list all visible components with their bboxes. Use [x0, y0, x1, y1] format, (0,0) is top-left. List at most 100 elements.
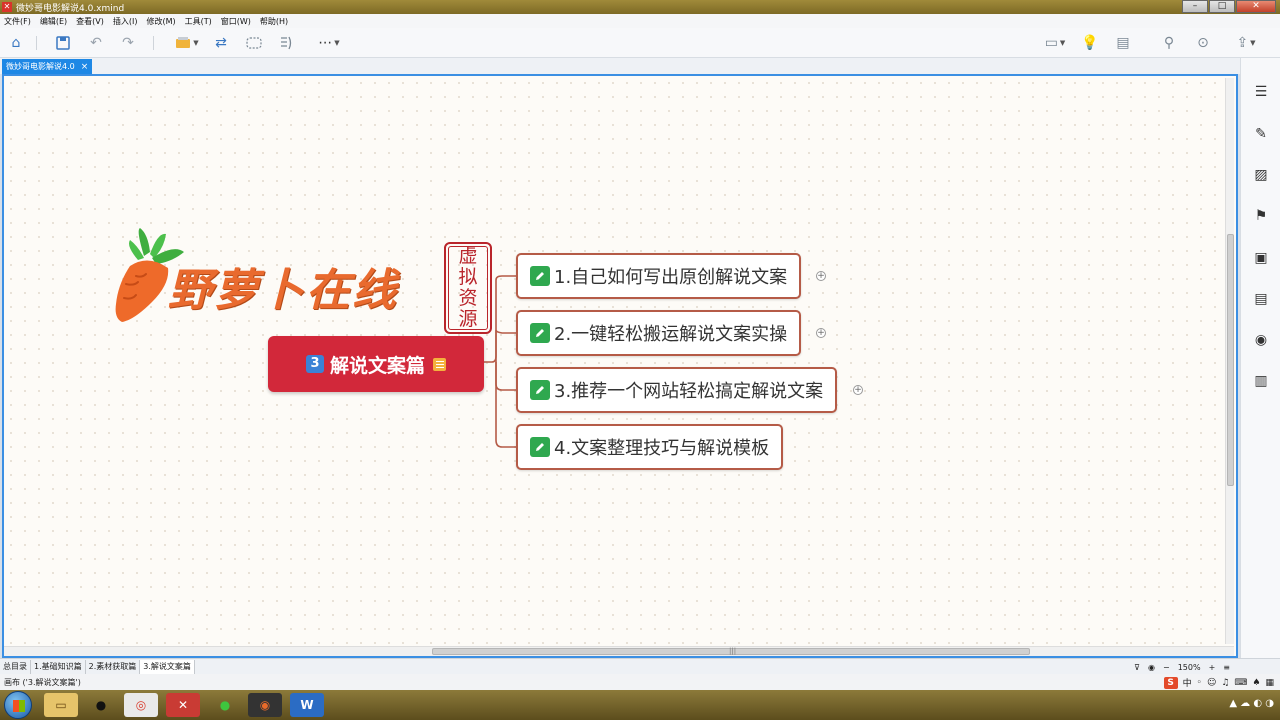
sogou-ime-icon[interactable]: S — [1163, 676, 1178, 689]
sheet-tab[interactable]: 总目录 — [0, 659, 31, 674]
pencil-icon — [530, 323, 550, 343]
mindmap-canvas[interactable]: 野萝卜在线 虚 拟 资 源 3 解说文案篇 1.自己如何写出原创解说文案 + 2… — [2, 74, 1238, 658]
menu-edit[interactable]: 编辑(E) — [40, 16, 67, 27]
presentation-icon[interactable]: ▭ ▼ — [1037, 34, 1073, 52]
boundary-icon[interactable] — [245, 34, 263, 52]
title-bar: ✕ 微妙哥电影解说4.0.xmind – □ ✕ — [0, 0, 1280, 14]
file-explorer-icon[interactable]: ▭ — [44, 693, 78, 717]
image-icon[interactable]: ▨ — [1253, 167, 1269, 183]
toolbar: ⌂ ↶ ↷ ▼ ⇄ ⋯ ▼ ▭ ▼ 💡 ▤ ⚲ ⊙ ⇪ ▼ — [0, 28, 1280, 58]
save-icon[interactable] — [54, 34, 72, 52]
zoom-out-button[interactable]: − — [1163, 663, 1170, 672]
zoom-controls: ⊽ ◉ − 150% + ≡ — [1134, 659, 1230, 675]
share-icon[interactable]: ⇪ ▼ — [1228, 34, 1264, 52]
subtopic-label: 3.推荐一个网站轻松搞定解说文案 — [554, 381, 824, 402]
summary-icon[interactable] — [277, 34, 295, 52]
ime-emoji-icon[interactable]: ☺ — [1207, 678, 1216, 688]
subtopic-4[interactable]: 4.文案整理技巧与解说模板 — [516, 424, 784, 470]
ime-mic-icon[interactable]: ♫ — [1221, 678, 1229, 688]
vertical-scroll-thumb[interactable] — [1227, 234, 1234, 486]
notes-icon[interactable]: ▤ — [1253, 291, 1269, 307]
undo-icon[interactable]: ↶ — [87, 34, 105, 52]
ime-keyboard-icon[interactable]: ⌨ — [1234, 678, 1247, 688]
format-brush-icon[interactable]: ✎ — [1253, 126, 1269, 142]
ime-tools-icon[interactable]: ▦ — [1265, 678, 1274, 688]
search-icon[interactable]: ⚲ — [1160, 34, 1178, 52]
more-icon[interactable]: ⋯ ▼ — [311, 34, 347, 52]
vertical-scrollbar[interactable] — [1225, 78, 1234, 644]
start-button[interactable] — [4, 691, 32, 719]
sheet-tab-active[interactable]: 3.解说文案篇 — [140, 659, 195, 674]
window-title: 微妙哥电影解说4.0.xmind — [16, 3, 125, 14]
ime-toolbar: S 中 ◦ ☺ ♫ ⌨ ♠ ▦ — [1163, 676, 1274, 689]
menu-insert[interactable]: 插入(I) — [113, 16, 138, 27]
menu-modify[interactable]: 修改(M) — [146, 16, 175, 27]
pencil-icon — [530, 437, 550, 457]
filter-icon[interactable]: ⊽ — [1134, 663, 1140, 672]
icon-library-icon[interactable]: ▣ — [1253, 250, 1269, 266]
document-tab-label: 微妙哥电影解说4.0 — [6, 62, 75, 71]
menu-window[interactable]: 窗口(W) — [221, 16, 251, 27]
ime-language[interactable]: 中 — [1183, 676, 1192, 689]
subtopic-label: 2.一键轻松搬运解说文案实操 — [554, 324, 788, 345]
fit-map-icon[interactable]: ≡ — [1223, 663, 1230, 672]
wechat-icon[interactable]: ● — [208, 693, 242, 717]
topic-connectors — [482, 275, 516, 448]
windows-logo-icon — [13, 700, 25, 712]
task-clipboard-icon[interactable]: ▥ — [1253, 373, 1269, 389]
menu-tools[interactable]: 工具(T) — [185, 16, 212, 27]
home-icon[interactable]: ⌂ — [7, 34, 25, 52]
system-tray[interactable]: ▲ ☁ ◐ ◑ — [1229, 698, 1274, 709]
menu-view[interactable]: 查看(V) — [76, 16, 104, 27]
comment-icon[interactable]: ◉ — [1253, 332, 1269, 348]
subtopic-3[interactable]: 3.推荐一个网站轻松搞定解说文案 — [516, 367, 838, 413]
subtopic-2[interactable]: 2.一键轻松搬运解说文案实操 — [516, 310, 802, 356]
marker-flag-icon[interactable]: ⚑ — [1253, 208, 1269, 224]
note-icon[interactable] — [433, 357, 446, 371]
central-topic-label: 解说文案篇 — [329, 354, 425, 377]
document-tab[interactable]: 微妙哥电影解说4.0 × — [2, 59, 93, 74]
xmind-taskbar-icon[interactable]: ✕ — [166, 693, 200, 717]
toolbar-separator — [36, 36, 37, 50]
zoom-in-button[interactable]: + — [1209, 663, 1216, 672]
expand-icon[interactable]: + — [816, 328, 826, 338]
minimize-button[interactable]: – — [1182, 0, 1208, 13]
ime-skin-icon[interactable]: ♠ — [1252, 678, 1260, 688]
relationship-icon[interactable]: ⇄ — [212, 34, 230, 52]
ime-punctuation-icon[interactable]: ◦ — [1197, 678, 1202, 688]
document-tab-row: 微妙哥电影解说4.0 × — [0, 58, 1240, 74]
qq-icon[interactable]: ● — [84, 693, 118, 717]
close-tab-icon[interactable]: × — [81, 62, 89, 72]
settings-icon[interactable]: ⊙ — [1194, 34, 1212, 52]
window-controls: – □ ✕ — [1181, 0, 1276, 13]
zoom-level: 150% — [1177, 662, 1201, 672]
scroll-grip-icon: ||| — [729, 647, 737, 655]
outline-icon[interactable]: ☰ — [1253, 84, 1269, 100]
writer-icon[interactable]: W — [290, 693, 324, 717]
chrome-icon[interactable]: ◎ — [124, 693, 158, 717]
expand-icon[interactable]: + — [853, 385, 863, 395]
xmind-icon: ✕ — [2, 2, 12, 12]
eye-icon[interactable]: ◉ — [1148, 663, 1155, 672]
pencil-icon — [530, 380, 550, 400]
status-text: 画布 ('3.解说文案篇') — [4, 677, 81, 687]
horizontal-scroll-thumb[interactable]: ||| — [432, 647, 1030, 655]
media-player-icon[interactable]: ◉ — [248, 693, 282, 717]
sheet-tab-bar: 总目录 1.基础知识篇 2.素材获取篇 3.解说文案篇 ⊽ ◉ − 150% +… — [0, 658, 1280, 674]
sheet-tab[interactable]: 2.素材获取篇 — [86, 659, 141, 674]
export-icon[interactable]: ▤ — [1114, 34, 1132, 52]
central-topic[interactable]: 3 解说文案篇 — [268, 336, 484, 392]
subtopic-label: 4.文案整理技巧与解说模板 — [554, 438, 770, 459]
sheet-tab[interactable]: 1.基础知识篇 — [31, 659, 86, 674]
close-window-button[interactable]: ✕ — [1236, 0, 1276, 13]
idea-icon[interactable]: 💡 — [1081, 34, 1099, 52]
horizontal-scrollbar[interactable]: ||| — [4, 646, 1234, 656]
topic-style-icon[interactable]: ▼ — [169, 34, 205, 52]
subtopic-1[interactable]: 1.自己如何写出原创解说文案 — [516, 253, 802, 299]
expand-icon[interactable]: + — [816, 271, 826, 281]
maximize-button[interactable]: □ — [1209, 0, 1235, 13]
menu-file[interactable]: 文件(F) — [4, 16, 31, 27]
redo-icon[interactable]: ↷ — [119, 34, 137, 52]
menu-help[interactable]: 帮助(H) — [260, 16, 288, 27]
subtopic-label: 1.自己如何写出原创解说文案 — [554, 267, 788, 288]
